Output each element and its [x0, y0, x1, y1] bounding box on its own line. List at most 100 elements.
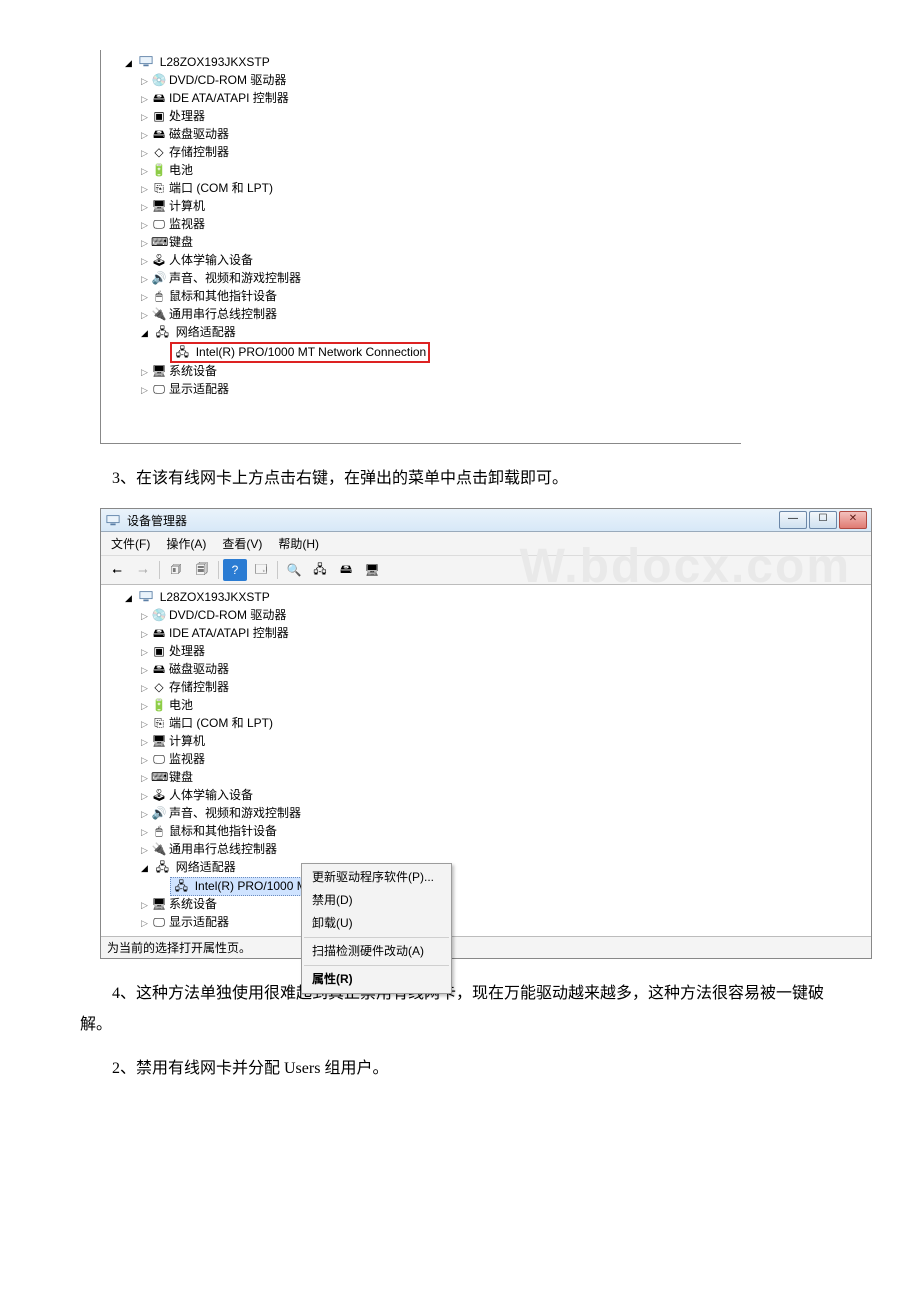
- expander-icon[interactable]: ◢: [141, 325, 151, 342]
- node-label: 处理器: [169, 644, 205, 658]
- tree-node[interactable]: ▷⎘端口 (COM 和 LPT): [139, 715, 869, 733]
- ctx-uninstall-row[interactable]: 卸载(U): [304, 912, 449, 935]
- tree-node[interactable]: ▷💿DVD/CD-ROM 驱动器: [139, 607, 869, 625]
- expander-icon[interactable]: ▷: [141, 698, 151, 715]
- expander-icon[interactable]: ▷: [141, 716, 151, 733]
- expander-icon[interactable]: ▷: [141, 163, 151, 180]
- tree-node[interactable]: ▷▣处理器: [139, 643, 869, 661]
- tree-node[interactable]: ▷🖴磁盘驱动器: [139, 126, 739, 144]
- tree-node[interactable]: ▷🖴IDE ATA/ATAPI 控制器: [139, 625, 869, 643]
- expander-icon[interactable]: ▷: [141, 109, 151, 126]
- expander-icon[interactable]: ▷: [141, 91, 151, 108]
- expander-icon[interactable]: ▷: [141, 271, 151, 288]
- tree-node[interactable]: ▷🖱鼠标和其他指针设备: [139, 288, 739, 306]
- expander-icon[interactable]: ▷: [141, 915, 151, 932]
- tree-node[interactable]: ▷🔌通用串行总线控制器: [139, 306, 739, 324]
- help-icon[interactable]: ?: [223, 559, 247, 581]
- toolbar-icon[interactable]: 🗐: [190, 559, 214, 581]
- tree-node[interactable]: ▷🔋电池: [139, 697, 869, 715]
- menu-action[interactable]: 操作(A): [162, 534, 210, 553]
- tree-node[interactable]: ▷🖱鼠标和其他指针设备: [139, 823, 869, 841]
- scan-hardware-icon[interactable]: 🔍: [282, 559, 306, 581]
- expander-icon[interactable]: ▷: [141, 253, 151, 270]
- tree-root[interactable]: ◢ L28ZOX193JKXSTP ▷💿DVD/CD-ROM 驱动器 ▷🖴IDE…: [123, 589, 869, 932]
- toolbar-icon[interactable]: 🖥: [360, 559, 384, 581]
- expander-icon[interactable]: ▷: [141, 145, 151, 162]
- tree-node[interactable]: ▷🖴磁盘驱动器: [139, 661, 869, 679]
- tree-node[interactable]: ▷🔊声音、视频和游戏控制器: [139, 270, 739, 288]
- expander-icon[interactable]: ▷: [141, 181, 151, 198]
- expander-icon[interactable]: ▷: [141, 806, 151, 823]
- node-label: 声音、视频和游戏控制器: [169, 806, 301, 820]
- tree-node[interactable]: ▷🖥系统设备: [139, 363, 739, 381]
- tree-node[interactable]: ▷🖵显示适配器: [139, 914, 869, 932]
- tree-node[interactable]: ▷🖥计算机: [139, 733, 869, 751]
- tree-node[interactable]: ▷🕹人体学输入设备: [139, 252, 739, 270]
- forward-button[interactable]: ⭢: [131, 559, 155, 581]
- expander-icon[interactable]: ▷: [141, 73, 151, 90]
- toolbar-icon[interactable]: 🖧: [308, 559, 332, 581]
- expander-icon[interactable]: ▷: [141, 897, 151, 914]
- expander-icon[interactable]: ▷: [141, 662, 151, 679]
- expander-icon[interactable]: ◢: [125, 590, 135, 607]
- tree-node-network[interactable]: ◢ 🖧 网络适配器 🖧 Intel(R) PRO/1000 MT Network…: [139, 859, 869, 896]
- minimize-button[interactable]: —: [779, 511, 807, 529]
- expander-icon[interactable]: ▷: [141, 382, 151, 399]
- tree-node[interactable]: ▷🖴IDE ATA/ATAPI 控制器: [139, 90, 739, 108]
- tree-node[interactable]: ▷🖵监视器: [139, 216, 739, 234]
- expander-icon[interactable]: ▷: [141, 680, 151, 697]
- tree-node[interactable]: ▷🖵显示适配器: [139, 381, 739, 399]
- tree-node[interactable]: ▷🔌通用串行总线控制器: [139, 841, 869, 859]
- tree-node[interactable]: ▷💿DVD/CD-ROM 驱动器: [139, 72, 739, 90]
- ctx-properties[interactable]: 属性(R): [304, 968, 449, 991]
- tree-node[interactable]: ▷⎘端口 (COM 和 LPT): [139, 180, 739, 198]
- maximize-button[interactable]: ☐: [809, 511, 837, 529]
- tree-node[interactable]: ▷⌨键盘: [139, 769, 869, 787]
- expander-icon[interactable]: ▷: [141, 364, 151, 381]
- expander-icon[interactable]: ▷: [141, 289, 151, 306]
- nic-item[interactable]: 🖧 Intel(R) PRO/1000 MT Network Connectio…: [155, 342, 739, 363]
- ctx-uninstall[interactable]: 卸载(U): [312, 916, 353, 930]
- toolbar-icon[interactable]: 🗊: [164, 559, 188, 581]
- expander-icon[interactable]: ▷: [141, 842, 151, 859]
- expander-icon[interactable]: ▷: [141, 626, 151, 643]
- expander-icon[interactable]: ▷: [141, 770, 151, 787]
- expander-icon[interactable]: ◢: [141, 860, 151, 877]
- close-button[interactable]: ✕: [839, 511, 867, 529]
- nic-item[interactable]: 🖧 Intel(R) PRO/1000 MT Network Connectio…: [155, 877, 869, 896]
- menu-help[interactable]: 帮助(H): [274, 534, 323, 553]
- expander-icon[interactable]: ▷: [141, 824, 151, 841]
- expander-icon[interactable]: ▷: [141, 734, 151, 751]
- tree-node[interactable]: ▷▣处理器: [139, 108, 739, 126]
- tree-node[interactable]: ▷🔋电池: [139, 162, 739, 180]
- tree-root[interactable]: ◢ L28ZOX193JKXSTP ▷💿DVD/CD-ROM 驱动器 ▷🖴IDE…: [123, 54, 739, 399]
- tree-node[interactable]: ▷◇存储控制器: [139, 679, 869, 697]
- expander-icon[interactable]: ▷: [141, 608, 151, 625]
- expander-icon[interactable]: ▷: [141, 307, 151, 324]
- expander-icon[interactable]: ▷: [141, 788, 151, 805]
- ctx-scan[interactable]: 扫描检测硬件改动(A): [304, 940, 449, 963]
- expander-icon[interactable]: ▷: [141, 217, 151, 234]
- tree-node-network[interactable]: ◢ 🖧 网络适配器 🖧 Intel(R) PRO/1000 MT Network…: [139, 324, 739, 363]
- back-button[interactable]: ⭠: [105, 559, 129, 581]
- toolbar-icon[interactable]: 🗔: [249, 559, 273, 581]
- expander-icon[interactable]: ▷: [141, 235, 151, 252]
- menu-file[interactable]: 文件(F): [107, 534, 154, 553]
- expander-icon[interactable]: ▷: [141, 199, 151, 216]
- expander-icon[interactable]: ▷: [141, 752, 151, 769]
- ctx-update-driver[interactable]: 更新驱动程序软件(P)...: [304, 866, 449, 889]
- expander-icon[interactable]: ▷: [141, 127, 151, 144]
- node-label: 网络适配器: [176, 860, 236, 874]
- tree-node[interactable]: ▷🖥系统设备: [139, 896, 869, 914]
- tree-node[interactable]: ▷🖥计算机: [139, 198, 739, 216]
- tree-node[interactable]: ▷◇存储控制器: [139, 144, 739, 162]
- expander-icon[interactable]: ▷: [141, 644, 151, 661]
- ctx-disable[interactable]: 禁用(D): [304, 889, 449, 912]
- tree-node[interactable]: ▷🖵监视器: [139, 751, 869, 769]
- tree-node[interactable]: ▷🔊声音、视频和游戏控制器: [139, 805, 869, 823]
- expander-icon[interactable]: ◢: [125, 55, 135, 72]
- tree-node[interactable]: ▷🕹人体学输入设备: [139, 787, 869, 805]
- toolbar-icon[interactable]: 🖴: [334, 559, 358, 581]
- menu-view[interactable]: 查看(V): [218, 534, 266, 553]
- tree-node[interactable]: ▷⌨键盘: [139, 234, 739, 252]
